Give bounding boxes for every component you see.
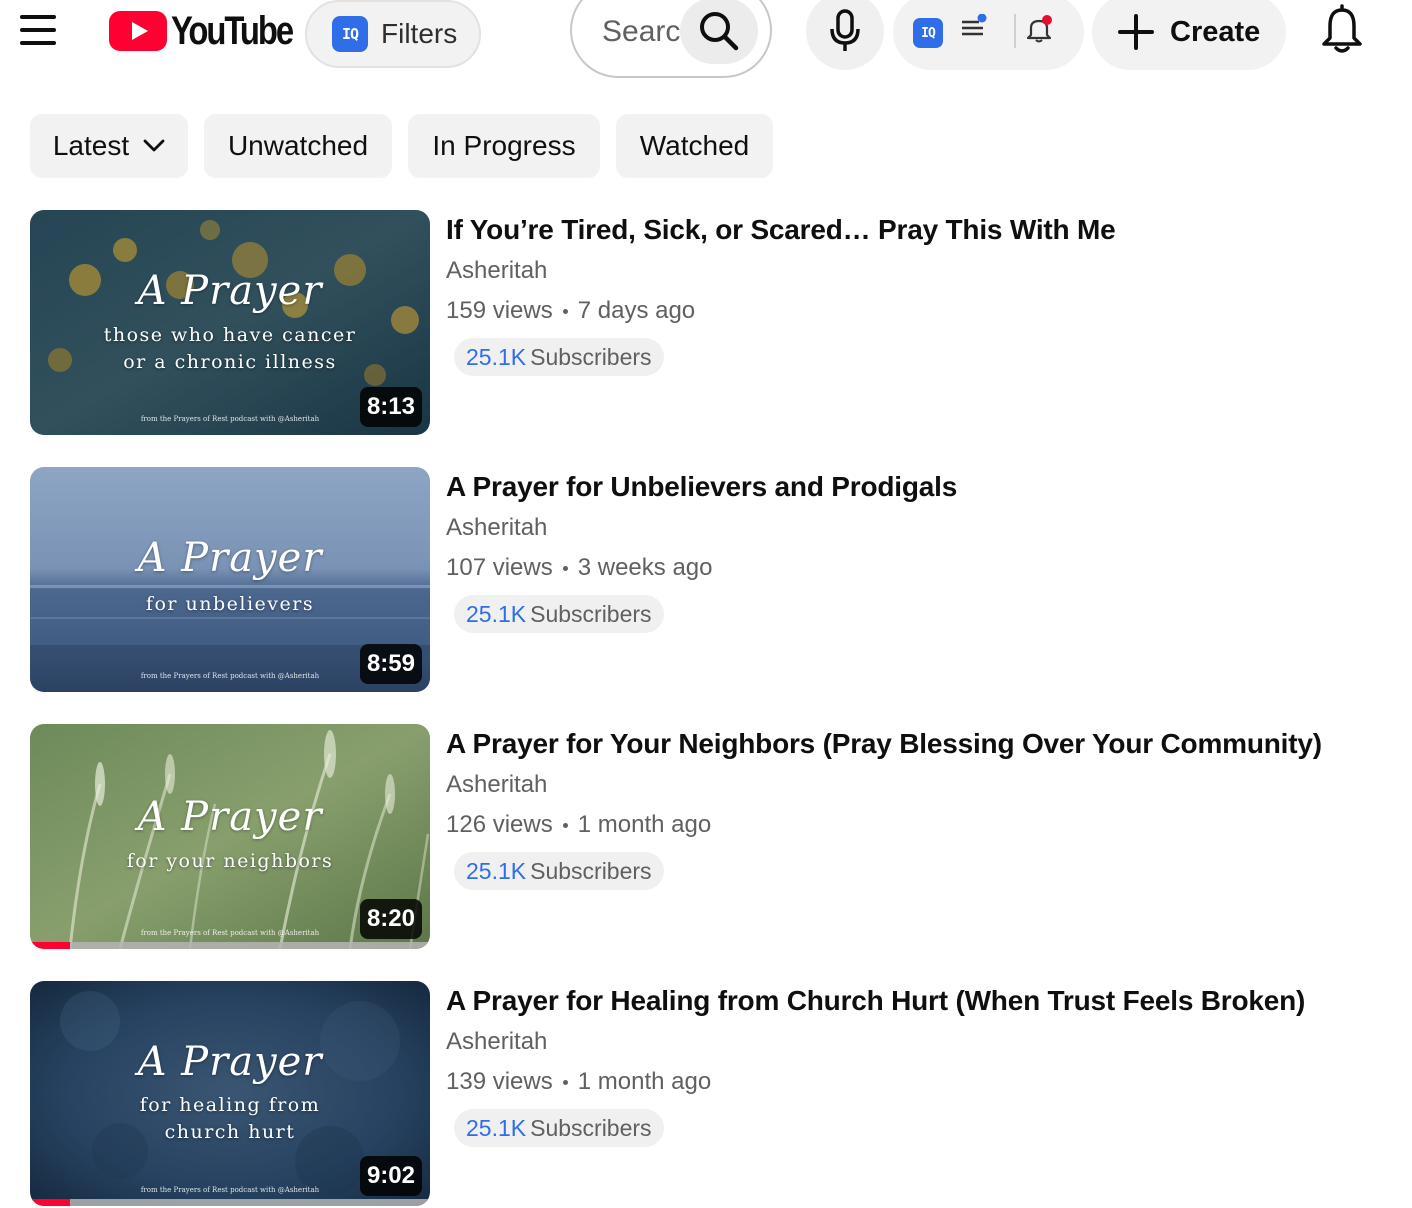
duration-badge: 9:02 xyxy=(359,1156,422,1196)
video-row: A Prayer for unbelievers from the Prayer… xyxy=(30,467,1400,693)
watch-progress-fill xyxy=(30,1199,70,1206)
thumbnail-title: A Prayer xyxy=(137,268,323,314)
subscriber-label: Subscribers xyxy=(530,1114,652,1141)
view-count: 107 views xyxy=(446,554,553,581)
subscriber-badge: 25.1K Subscribers xyxy=(454,338,664,376)
search-box xyxy=(570,0,772,78)
subscriber-count: 25.1K xyxy=(466,600,527,627)
list-icon[interactable] xyxy=(961,14,987,40)
view-count: 139 views xyxy=(446,1068,553,1095)
separator-dot xyxy=(562,1079,568,1085)
separator-dot xyxy=(562,565,568,571)
video-row: A Prayer for healing from church hurt fr… xyxy=(30,981,1400,1207)
upload-age: 1 month ago xyxy=(577,811,712,838)
thumbnail-title: A Prayer xyxy=(137,1039,323,1085)
view-count: 159 views xyxy=(446,297,553,324)
upload-age: 1 month ago xyxy=(577,1068,712,1095)
subscriber-label: Subscribers xyxy=(530,343,652,370)
filters-button[interactable]: IQ Filters xyxy=(305,0,481,68)
video-thumbnail[interactable]: A Prayer for your neighbors from the Pra… xyxy=(30,724,430,949)
subscriber-count: 25.1K xyxy=(466,1114,527,1141)
top-bar: YouTube IQ Filters IQ xyxy=(0,0,1412,90)
duration-badge: 8:13 xyxy=(359,387,422,427)
video-title[interactable]: If You’re Tired, Sick, or Scared… Pray T… xyxy=(446,212,1116,248)
channel-name[interactable]: Asheritah xyxy=(446,1027,547,1057)
video-thumbnail[interactable]: A Prayer for healing from church hurt fr… xyxy=(30,981,430,1206)
voice-search-button[interactable] xyxy=(806,0,884,70)
subscriber-label: Subscribers xyxy=(530,600,652,627)
video-meta: 159 views 7 days ago xyxy=(446,296,695,326)
watch-progress-bar xyxy=(30,942,430,949)
search-icon xyxy=(700,12,739,51)
view-count: 126 views xyxy=(446,811,553,838)
menu-icon[interactable] xyxy=(18,12,58,50)
subscriber-badge: 25.1K Subscribers xyxy=(454,852,664,890)
search-input[interactable] xyxy=(602,10,682,54)
chip-unwatched[interactable]: Unwatched xyxy=(204,114,392,178)
youtube-logo[interactable]: YouTube xyxy=(109,8,319,54)
channel-name[interactable]: Asheritah xyxy=(446,770,547,800)
subscriber-count: 25.1K xyxy=(466,343,527,370)
video-title[interactable]: A Prayer for Healing from Church Hurt (W… xyxy=(446,983,1305,1019)
video-meta: 139 views 1 month ago xyxy=(446,1067,711,1097)
youtube-logo-icon xyxy=(109,11,167,51)
subscriber-label: Subscribers xyxy=(530,857,652,884)
separator-dot xyxy=(562,308,568,314)
thumbnail-title: A Prayer xyxy=(137,794,323,840)
chip-label: Latest xyxy=(52,130,130,161)
toolbar-divider xyxy=(1014,14,1016,48)
watch-progress-bar xyxy=(30,1199,430,1206)
upload-age: 3 weeks ago xyxy=(577,554,713,581)
video-title[interactable]: A Prayer for Unbelievers and Prodigals xyxy=(446,469,957,505)
subscriber-count: 25.1K xyxy=(466,857,527,884)
notifications-icon xyxy=(1322,4,1362,53)
video-row: A Prayer for your neighbors from the Pra… xyxy=(30,724,1400,950)
extension-toolbar: IQ xyxy=(893,0,1084,70)
create-label: Create xyxy=(1170,15,1261,48)
thumbnail-subtitle: those who have cancer or a chronic illne… xyxy=(103,324,357,373)
video-thumbnail[interactable]: A Prayer those who have cancer or a chro… xyxy=(30,210,430,435)
chip-label: In Progress xyxy=(432,130,576,161)
video-thumbnail[interactable]: A Prayer for unbelievers from the Prayer… xyxy=(30,467,430,692)
duration-badge: 8:59 xyxy=(359,644,422,684)
subscriber-badge: 25.1K Subscribers xyxy=(454,1109,664,1147)
video-meta: 107 views 3 weeks ago xyxy=(446,553,713,583)
separator-dot xyxy=(562,822,568,828)
video-title[interactable]: A Prayer for Your Neighbors (Pray Blessi… xyxy=(446,726,1322,762)
video-row: A Prayer those who have cancer or a chro… xyxy=(30,210,1400,436)
notifications-button[interactable] xyxy=(1318,4,1366,56)
channel-name[interactable]: Asheritah xyxy=(446,256,547,286)
bell-icon[interactable] xyxy=(1024,14,1054,44)
chip-in-progress[interactable]: In Progress xyxy=(408,114,600,178)
extension-icon[interactable]: IQ xyxy=(913,18,943,48)
logo-text: YouTube xyxy=(171,8,294,53)
thumbnail-subtitle: for your neighbors xyxy=(126,850,334,872)
mic-icon xyxy=(830,9,860,51)
thumbnail-title: A Prayer xyxy=(137,535,323,581)
chip-label: Unwatched xyxy=(227,130,369,161)
thumbnail-subtitle: for healing from church hurt xyxy=(139,1094,321,1143)
duration-badge: 8:20 xyxy=(359,899,422,939)
thumbnail-subtitle: for unbelievers xyxy=(145,593,315,615)
filters-label: Filters xyxy=(381,18,458,49)
chip-latest[interactable]: Latest xyxy=(30,114,188,178)
channel-name[interactable]: Asheritah xyxy=(446,513,547,543)
watch-progress-fill xyxy=(30,942,70,949)
subscriber-badge: 25.1K Subscribers xyxy=(454,595,664,633)
chip-label: Watched xyxy=(639,130,750,161)
chip-watched[interactable]: Watched xyxy=(616,114,773,178)
plus-icon xyxy=(1118,14,1154,50)
video-meta: 126 views 1 month ago xyxy=(446,810,711,840)
chevron-down-icon xyxy=(143,139,165,152)
extension-icon: IQ xyxy=(332,16,368,52)
search-button[interactable] xyxy=(680,0,758,64)
upload-age: 7 days ago xyxy=(577,297,696,324)
create-button[interactable]: Create xyxy=(1092,0,1286,70)
